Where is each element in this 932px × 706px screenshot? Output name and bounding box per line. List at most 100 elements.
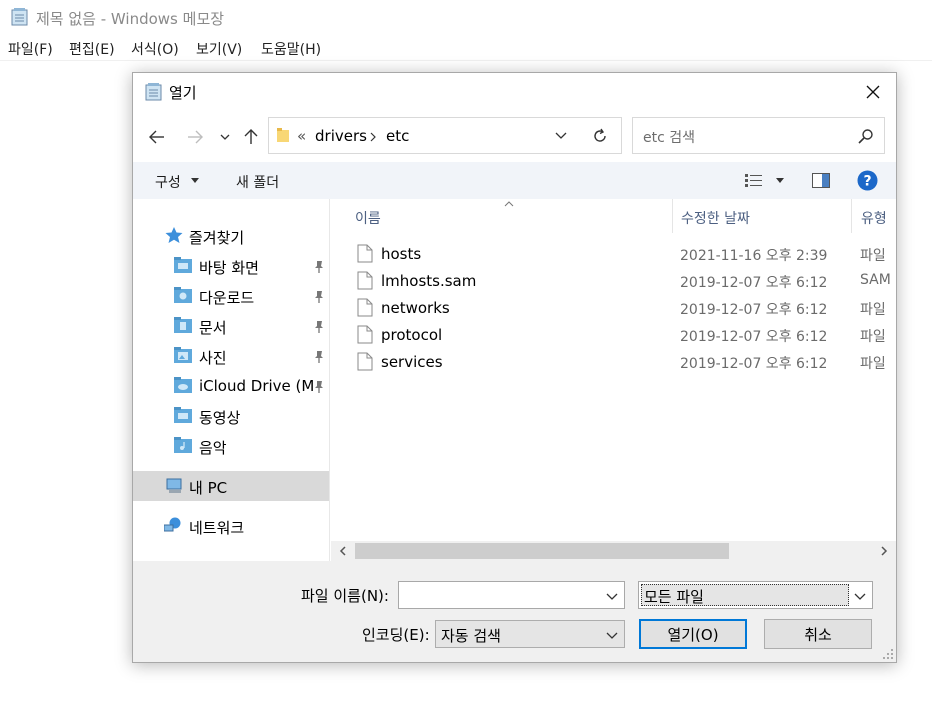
column-header-name[interactable]: 이름: [355, 208, 381, 242]
music-folder-icon: [174, 437, 192, 453]
column-header-modified[interactable]: 수정한 날짜: [681, 208, 750, 242]
address-bar[interactable]: « drivers etc: [268, 117, 609, 154]
nav-label: 네트워크: [189, 519, 245, 537]
breadcrumb-drivers[interactable]: drivers: [315, 127, 367, 145]
nav-item-documents[interactable]: 문서: [133, 311, 329, 341]
file-name: services: [381, 353, 443, 371]
file-name: lmhosts.sam: [381, 272, 477, 290]
encoding-label: 인코딩(E):: [362, 626, 430, 644]
cancel-button[interactable]: 취소: [764, 619, 872, 649]
svg-text:?: ?: [863, 174, 871, 190]
nav-item-downloads[interactable]: 다운로드: [133, 281, 329, 311]
file-row[interactable]: hosts 2021-11-16 오후 2:39 파일: [331, 241, 896, 268]
column-divider[interactable]: [851, 199, 852, 233]
file-type: 파일: [860, 329, 886, 345]
file-icon: [357, 244, 373, 263]
nav-item-videos[interactable]: 동영상: [133, 401, 329, 431]
star-icon: [165, 227, 183, 243]
icloud-folder-icon: [174, 377, 192, 393]
scrollbar-thumb[interactable]: [355, 543, 729, 559]
new-folder-button[interactable]: 새 폴더: [236, 172, 279, 192]
filter-value: 모든 파일: [644, 588, 704, 606]
chevron-down-icon[interactable]: [854, 591, 866, 601]
sort-ascending-icon: [504, 201, 514, 207]
column-divider[interactable]: [672, 199, 673, 233]
chevron-down-icon[interactable]: [606, 630, 618, 640]
menu-edit[interactable]: 편집(E): [69, 39, 115, 59]
resize-grip-icon[interactable]: [882, 648, 894, 660]
view-dropdown-icon[interactable]: [776, 178, 784, 183]
file-modified: 2019-12-07 오후 6:12: [680, 329, 828, 345]
navigation-pane: 즐겨찾기 바탕 화면 다운로드 문서 사진 iCloud Drive (M 동영…: [133, 199, 330, 561]
file-modified: 2019-12-07 오후 6:12: [680, 302, 828, 318]
nav-item-icloud-drive[interactable]: iCloud Drive (M: [133, 371, 329, 401]
dialog-footer: 파일 이름(N): 모든 파일 인코딩(E): 자동 검색 열기(O) 취소: [133, 561, 896, 662]
scroll-right-button[interactable]: [876, 543, 892, 559]
refresh-icon: [593, 128, 606, 142]
filename-input[interactable]: [398, 581, 625, 609]
back-button[interactable]: [145, 125, 169, 149]
column-header-type[interactable]: 유형: [861, 208, 887, 242]
encoding-value: 자동 검색: [441, 627, 501, 645]
search-icon: [858, 129, 873, 144]
encoding-select[interactable]: 자동 검색: [435, 620, 625, 648]
file-type: 파일: [860, 248, 886, 264]
file-row[interactable]: protocol 2019-12-07 오후 6:12 파일: [331, 322, 896, 349]
breadcrumb-overflow[interactable]: «: [297, 127, 306, 145]
nav-item-desktop[interactable]: 바탕 화면: [133, 251, 329, 281]
notepad-titlebar: 제목 없음 - Windows 메모장: [0, 0, 932, 34]
breadcrumb-etc[interactable]: etc: [386, 127, 409, 145]
chevron-left-icon: [339, 546, 346, 556]
pin-icon: [315, 261, 323, 273]
up-button[interactable]: [239, 125, 263, 149]
menu-file[interactable]: 파일(F): [8, 39, 53, 59]
notepad-icon: [145, 83, 162, 101]
horizontal-scrollbar[interactable]: [331, 541, 896, 561]
help-icon[interactable]: ?: [857, 170, 878, 191]
file-row[interactable]: networks 2019-12-07 오후 6:12 파일: [331, 295, 896, 322]
file-name: protocol: [381, 326, 443, 344]
file-type-filter[interactable]: 모든 파일: [638, 581, 873, 609]
file-row[interactable]: lmhosts.sam 2019-12-07 오후 6:12 SAM: [331, 268, 896, 295]
nav-item-pictures[interactable]: 사진: [133, 341, 329, 371]
file-icon: [357, 352, 373, 371]
nav-this-pc[interactable]: 내 PC: [133, 471, 329, 501]
pin-icon: [315, 351, 323, 363]
refresh-button[interactable]: [578, 117, 622, 154]
chevron-down-icon: [220, 134, 230, 140]
view-options-icon[interactable]: [744, 173, 764, 188]
pin-icon: [315, 321, 323, 333]
preview-pane-icon[interactable]: [812, 173, 830, 188]
dialog-title: 열기: [169, 84, 197, 102]
downloads-folder-icon: [174, 287, 192, 303]
folder-icon: [277, 128, 289, 142]
dialog-titlebar: 열기: [133, 73, 896, 111]
menu-view[interactable]: 보기(V): [196, 39, 242, 59]
nav-network[interactable]: 네트워크: [133, 511, 329, 541]
organize-dropdown-icon: [191, 178, 199, 183]
recent-locations-button[interactable]: [213, 125, 237, 149]
file-modified: 2021-11-16 오후 2:39: [680, 248, 828, 264]
open-button[interactable]: 열기(O): [639, 619, 747, 649]
nav-label: 내 PC: [189, 479, 228, 497]
file-name: hosts: [381, 245, 422, 263]
scroll-left-button[interactable]: [335, 543, 351, 559]
nav-label: 바탕 화면: [199, 259, 259, 277]
file-row[interactable]: services 2019-12-07 오후 6:12 파일: [331, 349, 896, 376]
file-type: 파일: [860, 356, 886, 372]
chevron-down-icon[interactable]: [606, 591, 618, 601]
organize-button[interactable]: 구성: [155, 172, 181, 192]
close-button[interactable]: [858, 79, 888, 105]
address-dropdown-icon[interactable]: [554, 129, 568, 143]
computer-icon: [166, 478, 182, 493]
nav-quick-access[interactable]: 즐겨찾기: [133, 221, 329, 251]
documents-folder-icon: [174, 317, 192, 333]
nav-label: 문서: [199, 319, 227, 337]
menu-format[interactable]: 서식(O): [131, 39, 179, 59]
forward-button[interactable]: [183, 125, 207, 149]
menu-bar: 파일(F) 편집(E) 서식(O) 보기(V) 도움말(H): [0, 34, 932, 61]
menu-help[interactable]: 도움말(H): [261, 39, 321, 59]
search-box[interactable]: etc 검색: [632, 117, 885, 154]
file-icon: [357, 325, 373, 344]
nav-item-music[interactable]: 음악: [133, 431, 329, 461]
